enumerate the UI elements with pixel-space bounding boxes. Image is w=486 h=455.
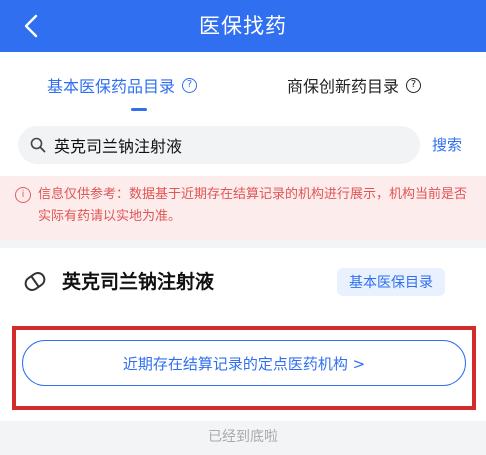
search-input[interactable]: 英克司兰钠注射液 [18,126,420,164]
tab-label: 商保创新药目录 [287,77,400,96]
nav-bar: 医保找药 [0,0,486,52]
search-query: 英克司兰钠注射液 [54,137,183,156]
search-icon [30,137,46,153]
search-bar: 英克司兰钠注射液 搜索 [0,114,486,176]
notice-banner: i 信息仅供参考：数据基于近期存在结算记录的机构进行展示，机构当前是否实际有药请… [0,176,486,240]
tab-bar: 基本医保药品目录 ? 商保创新药目录 ? [0,52,486,114]
help-icon[interactable]: ? [406,77,422,93]
help-icon[interactable]: ? [182,77,198,93]
tab-label: 基本医保药品目录 [47,77,176,96]
page-title: 医保找药 [199,14,287,38]
info-icon: i [15,187,31,203]
institutions-button[interactable]: 近期存在结算记录的定点医药机构 > [22,340,466,386]
pill-icon [24,271,46,292]
notice-text: 信息仅供参考：数据基于近期存在结算记录的机构进行展示，机构当前是否实际有药请以实… [38,187,468,224]
search-button[interactable]: 搜索 [432,134,462,155]
active-tab-indicator [131,108,147,111]
drug-name: 英克司兰钠注射液 [62,271,215,293]
catalog-badge: 基本医保目录 [337,268,445,296]
tab-commercial-innovative-list[interactable]: 商保创新药目录 ? [287,72,422,98]
tab-basic-insurance-list[interactable]: 基本医保药品目录 ? [47,72,198,98]
end-of-list-text: 已经到底啦 [208,429,278,445]
drug-card: 英克司兰钠注射液 基本医保目录 近期存在结算记录的定点医药机构 > [0,248,486,421]
